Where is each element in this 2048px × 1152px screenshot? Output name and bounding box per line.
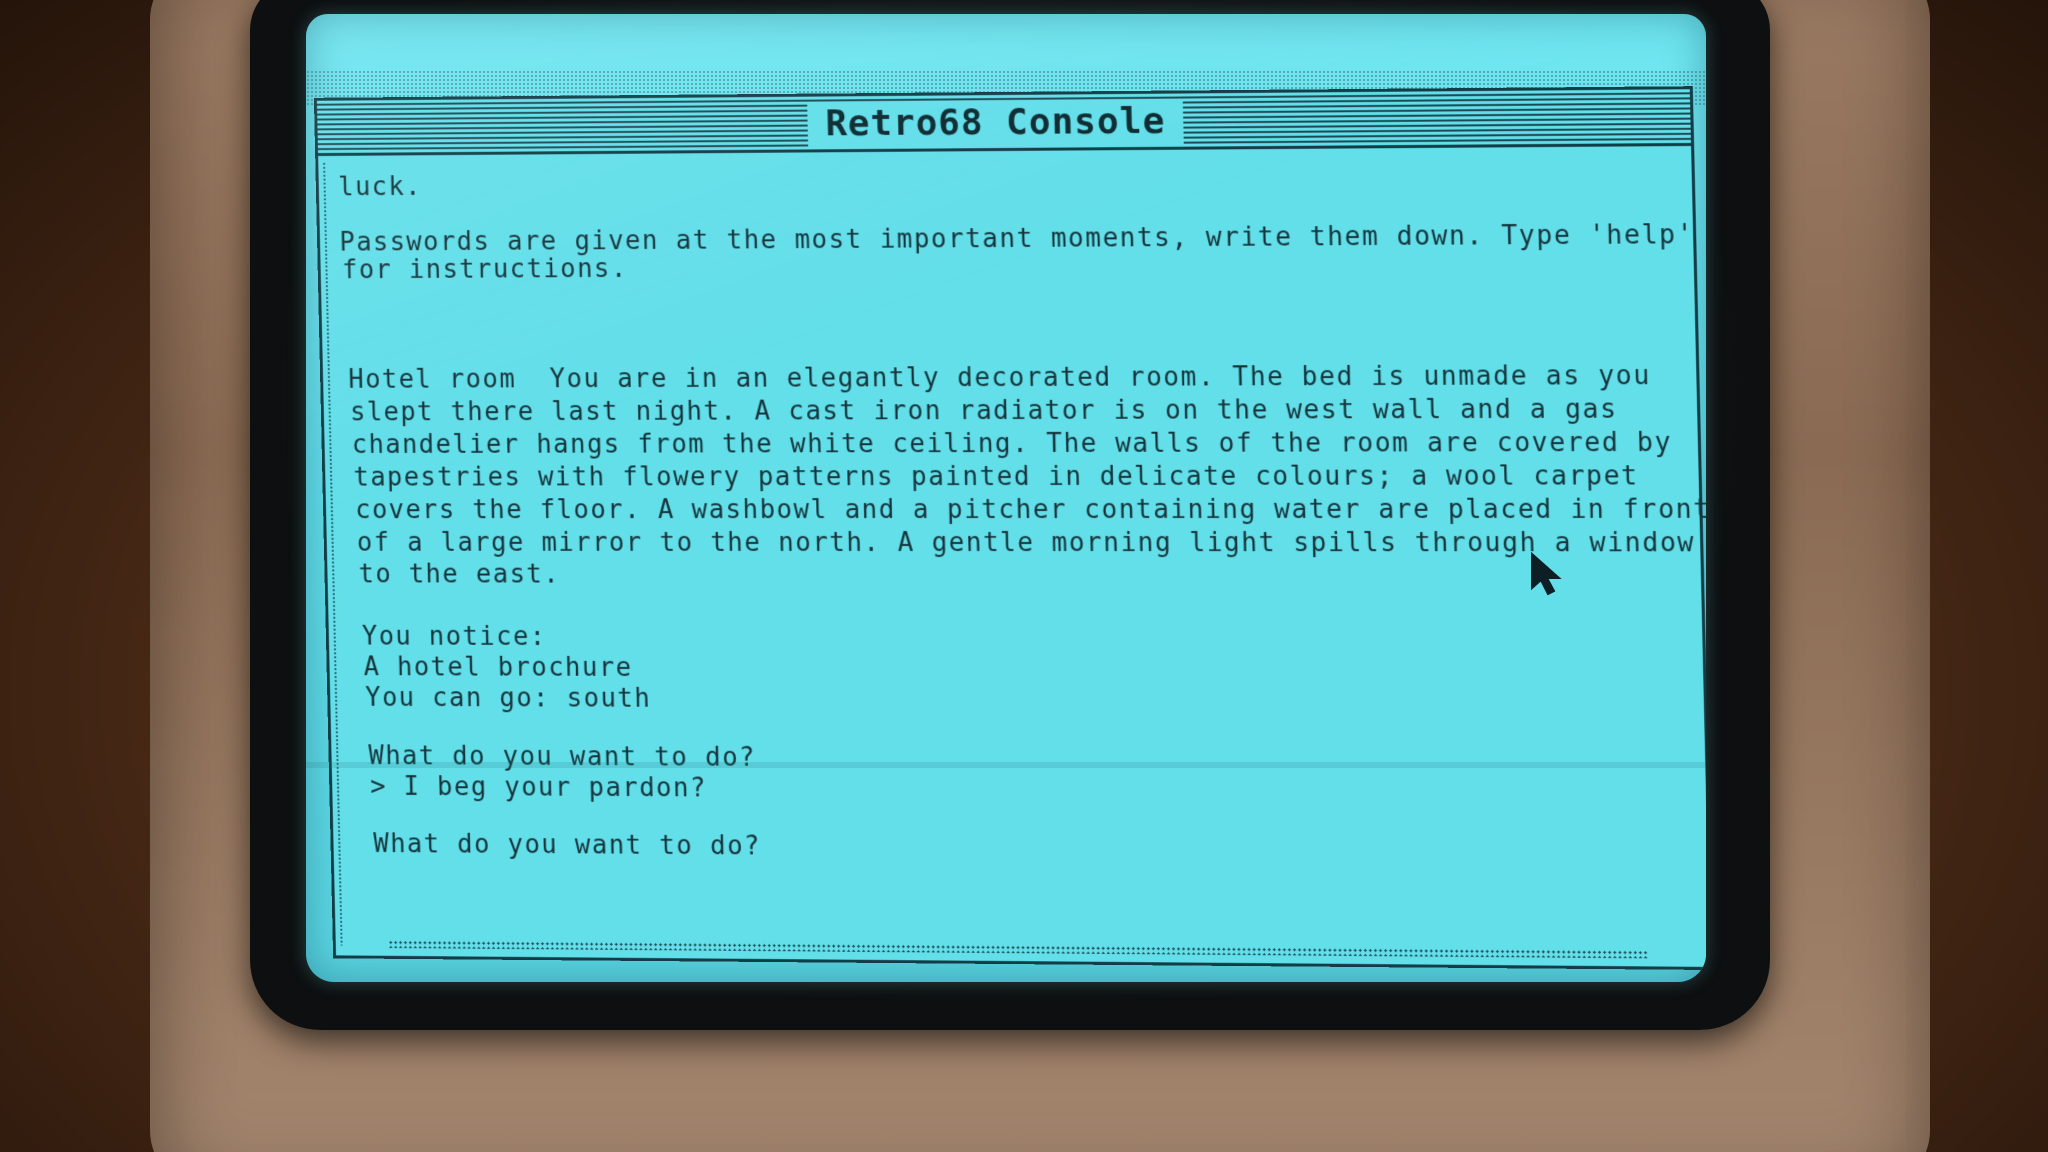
console-line: You can go: south	[364, 683, 652, 714]
console-line: A hotel brochure	[363, 652, 633, 683]
console-line: > I beg your pardon?	[369, 771, 708, 804]
window-title: Retro68 Console	[807, 99, 1184, 147]
window-left-border	[322, 161, 344, 946]
crt-scanline	[306, 762, 1706, 768]
console-line: chandelier hangs from the white ceiling.…	[351, 427, 1673, 460]
console-line: tapestries with flowery patterns painted…	[353, 461, 1640, 493]
window-bottom-border	[388, 940, 1649, 959]
console-line: covers the floor. A washbowl and a pitch…	[354, 494, 1706, 526]
crt-screen: Retro68 Console luck. Passwords are give…	[306, 14, 1706, 982]
console-line: luck.	[337, 172, 423, 203]
arrow-cursor-icon	[1531, 552, 1562, 596]
console-line: You notice:	[361, 621, 547, 652]
window-titlebar[interactable]: Retro68 Console	[316, 89, 1692, 157]
photo-scene: Retro68 Console luck. Passwords are give…	[0, 0, 2048, 1152]
console-line: of a large mirror to the north. A gentle…	[356, 528, 1696, 559]
console-prompt-line: What do you want to do?	[373, 829, 762, 862]
console-line: for instructions.	[341, 254, 629, 286]
console-output[interactable]: luck. Passwords are given at the most im…	[322, 152, 1706, 959]
console-line: to the east.	[358, 559, 561, 590]
console-window[interactable]: Retro68 Console luck. Passwords are give…	[313, 86, 1706, 970]
console-line: Hotel room You are in an elegantly decor…	[348, 360, 1652, 395]
console-line: slept there last night. A cast iron radi…	[349, 394, 1618, 428]
console-line: What do you want to do?	[368, 741, 757, 773]
